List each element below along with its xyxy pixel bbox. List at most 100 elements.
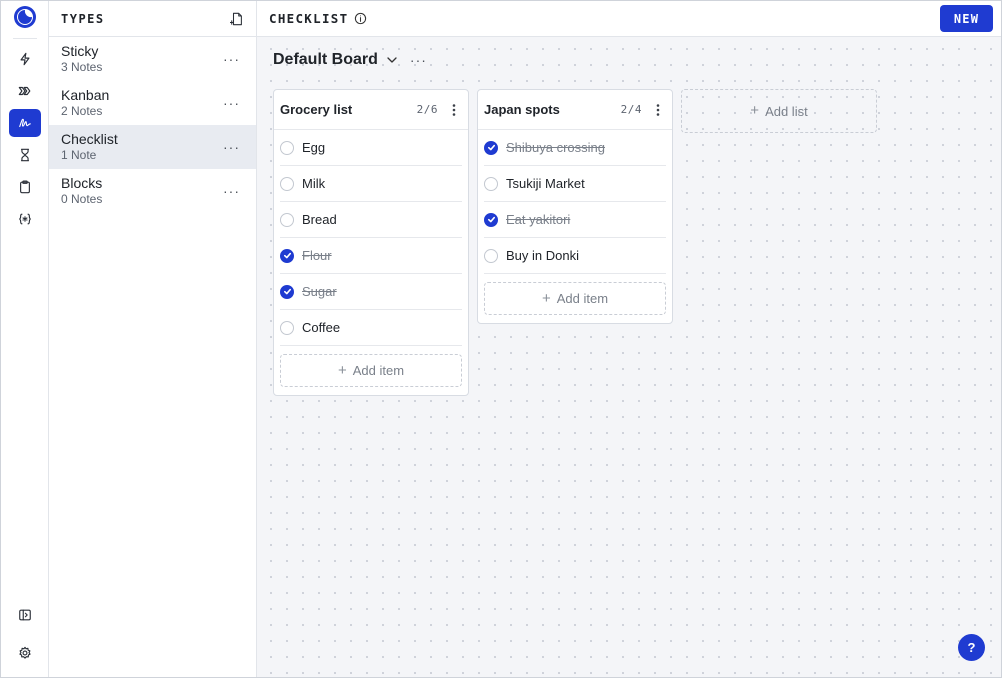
- main-header: CHECKLIST NEW: [257, 1, 1001, 37]
- type-item-kanban[interactable]: Kanban 2 Notes ···: [49, 81, 256, 125]
- more-options-icon[interactable]: ···: [219, 140, 244, 154]
- new-button[interactable]: NEW: [940, 5, 993, 32]
- types-title: TYPES: [61, 11, 105, 26]
- icon-rail: [1, 1, 49, 677]
- rail-braces-button[interactable]: [9, 205, 41, 233]
- unchecked-checkbox-icon[interactable]: [484, 176, 498, 191]
- rail-checklist-button[interactable]: [8, 109, 41, 137]
- checklist-item[interactable]: Shibuya crossing: [484, 130, 666, 166]
- checklist-item-text: Flour: [302, 248, 332, 263]
- board-canvas: Default Board ··· Grocery list 2/6 Egg Mi…: [257, 37, 1001, 677]
- list-items: Shibuya crossing Tsukiji Market Eat yakito…: [478, 130, 672, 274]
- info-icon[interactable]: [354, 12, 367, 25]
- type-item-name: Kanban: [61, 87, 110, 103]
- gear-icon: [19, 646, 31, 659]
- unchecked-checkbox-icon[interactable]: [484, 248, 498, 263]
- checklist-item-text: Buy in Donki: [506, 248, 579, 263]
- list-progress: 2/4: [620, 103, 642, 116]
- more-options-icon[interactable]: ···: [219, 96, 244, 110]
- plus-icon: +: [337, 361, 347, 379]
- checked-checkbox-icon[interactable]: [280, 284, 294, 299]
- checked-checkbox-icon[interactable]: [484, 140, 498, 155]
- new-file-icon[interactable]: [230, 12, 244, 26]
- type-item-count: 1 Note: [61, 148, 97, 162]
- list-title[interactable]: Grocery list: [280, 102, 352, 117]
- type-item-blocks[interactable]: Blocks 0 Notes ···: [49, 169, 256, 213]
- type-item-count: 3 Notes: [61, 60, 103, 74]
- unchecked-checkbox-icon[interactable]: [280, 212, 294, 227]
- type-item-name: Blocks: [61, 175, 103, 191]
- braces-icon: [18, 213, 31, 225]
- checklist-item[interactable]: Flour: [280, 238, 462, 274]
- checklist-card: Japan spots 2/4 Shibuya crossing Tsukiji …: [477, 89, 673, 324]
- sidebar-toggle-button[interactable]: [9, 601, 41, 629]
- checklist-item[interactable]: Eat yakitori: [484, 202, 666, 238]
- add-item-label: Add item: [556, 291, 609, 306]
- type-item-name: Sticky: [61, 43, 99, 59]
- add-item-button[interactable]: + Add item: [280, 354, 462, 387]
- list-header: Japan spots 2/4: [478, 90, 672, 130]
- list-items: Egg Milk Bread Flour Sugar Coffee: [274, 130, 468, 346]
- type-item-name: Checklist: [61, 131, 118, 147]
- more-options-icon[interactable]: ···: [219, 52, 244, 66]
- add-list-label: Add list: [765, 103, 808, 119]
- checklist-item[interactable]: Coffee: [280, 310, 462, 346]
- add-item-label: Add item: [352, 363, 405, 378]
- rail-chevrons-button[interactable]: [9, 77, 41, 105]
- checklist-item[interactable]: Buy in Donki: [484, 238, 666, 274]
- checklist-item[interactable]: Milk: [280, 166, 462, 202]
- sidebar-toggle-icon: [19, 609, 31, 621]
- list-header: Grocery list 2/6: [274, 90, 468, 130]
- checklist-item-text: Eat yakitori: [506, 212, 571, 227]
- plus-icon: +: [750, 102, 760, 119]
- add-item-button[interactable]: + Add item: [484, 282, 666, 315]
- checked-checkbox-icon[interactable]: [280, 248, 294, 263]
- vertical-dots-icon[interactable]: [652, 103, 664, 117]
- app-window: TYPES Sticky 3 Notes ··· Kanban 2 Notes …: [0, 0, 1002, 678]
- checklist-item-text: Sugar: [302, 284, 337, 299]
- type-item-text: Sticky 3 Notes: [61, 43, 102, 75]
- list-header-right: 2/6: [417, 103, 460, 117]
- board-more-options-icon[interactable]: ···: [406, 53, 431, 67]
- lists-row: Grocery list 2/6 Egg Milk Bread Flour Sugar C…: [273, 89, 877, 396]
- checklist-item[interactable]: Bread: [280, 202, 462, 238]
- type-item-checklist[interactable]: Checklist 1 Note ···: [49, 125, 256, 169]
- list-title[interactable]: Japan spots: [484, 102, 560, 117]
- list-progress: 2/6: [416, 103, 438, 116]
- checklist-item[interactable]: Sugar: [280, 274, 462, 310]
- unchecked-checkbox-icon[interactable]: [280, 176, 294, 191]
- list-header-right: 2/4: [621, 103, 664, 117]
- checklist-card: Grocery list 2/6 Egg Milk Bread Flour Sugar C…: [273, 89, 469, 396]
- type-item-text: Checklist 1 Note: [61, 131, 118, 163]
- types-panel: TYPES Sticky 3 Notes ··· Kanban 2 Notes …: [49, 1, 257, 677]
- checklist-item-text: Milk: [302, 176, 326, 191]
- vertical-dots-icon[interactable]: [448, 103, 460, 117]
- help-button[interactable]: ?: [958, 634, 985, 661]
- rail-divider: [12, 38, 37, 39]
- board-name: Default Board: [273, 51, 378, 68]
- hourglass-icon: [20, 148, 29, 162]
- scribble-icon: [18, 118, 31, 128]
- checked-checkbox-icon[interactable]: [484, 212, 498, 227]
- unchecked-checkbox-icon[interactable]: [280, 320, 294, 335]
- unchecked-checkbox-icon[interactable]: [280, 140, 294, 155]
- rail-bottom-group: [1, 599, 49, 669]
- chevron-down-icon[interactable]: [386, 54, 398, 66]
- rail-bolt-button[interactable]: [9, 45, 41, 73]
- type-item-count: 2 Notes: [61, 104, 103, 118]
- rail-clipboard-button[interactable]: [9, 173, 41, 201]
- rail-hourglass-button[interactable]: [9, 141, 41, 169]
- more-options-icon[interactable]: ···: [219, 184, 244, 198]
- add-list-button[interactable]: + Add list: [681, 89, 877, 133]
- type-item-sticky[interactable]: Sticky 3 Notes ···: [49, 37, 256, 81]
- app-logo-icon[interactable]: [13, 5, 37, 29]
- checklist-item[interactable]: Tsukiji Market: [484, 166, 666, 202]
- settings-button[interactable]: [9, 639, 41, 667]
- checklist-item-text: Tsukiji Market: [506, 176, 585, 191]
- checklist-item[interactable]: Egg: [280, 130, 462, 166]
- checklist-item-text: Egg: [302, 140, 326, 155]
- page-title-text: CHECKLIST: [269, 11, 349, 26]
- page-title: CHECKLIST: [269, 11, 367, 26]
- clipboard-icon: [19, 180, 30, 194]
- plus-icon: +: [541, 289, 551, 307]
